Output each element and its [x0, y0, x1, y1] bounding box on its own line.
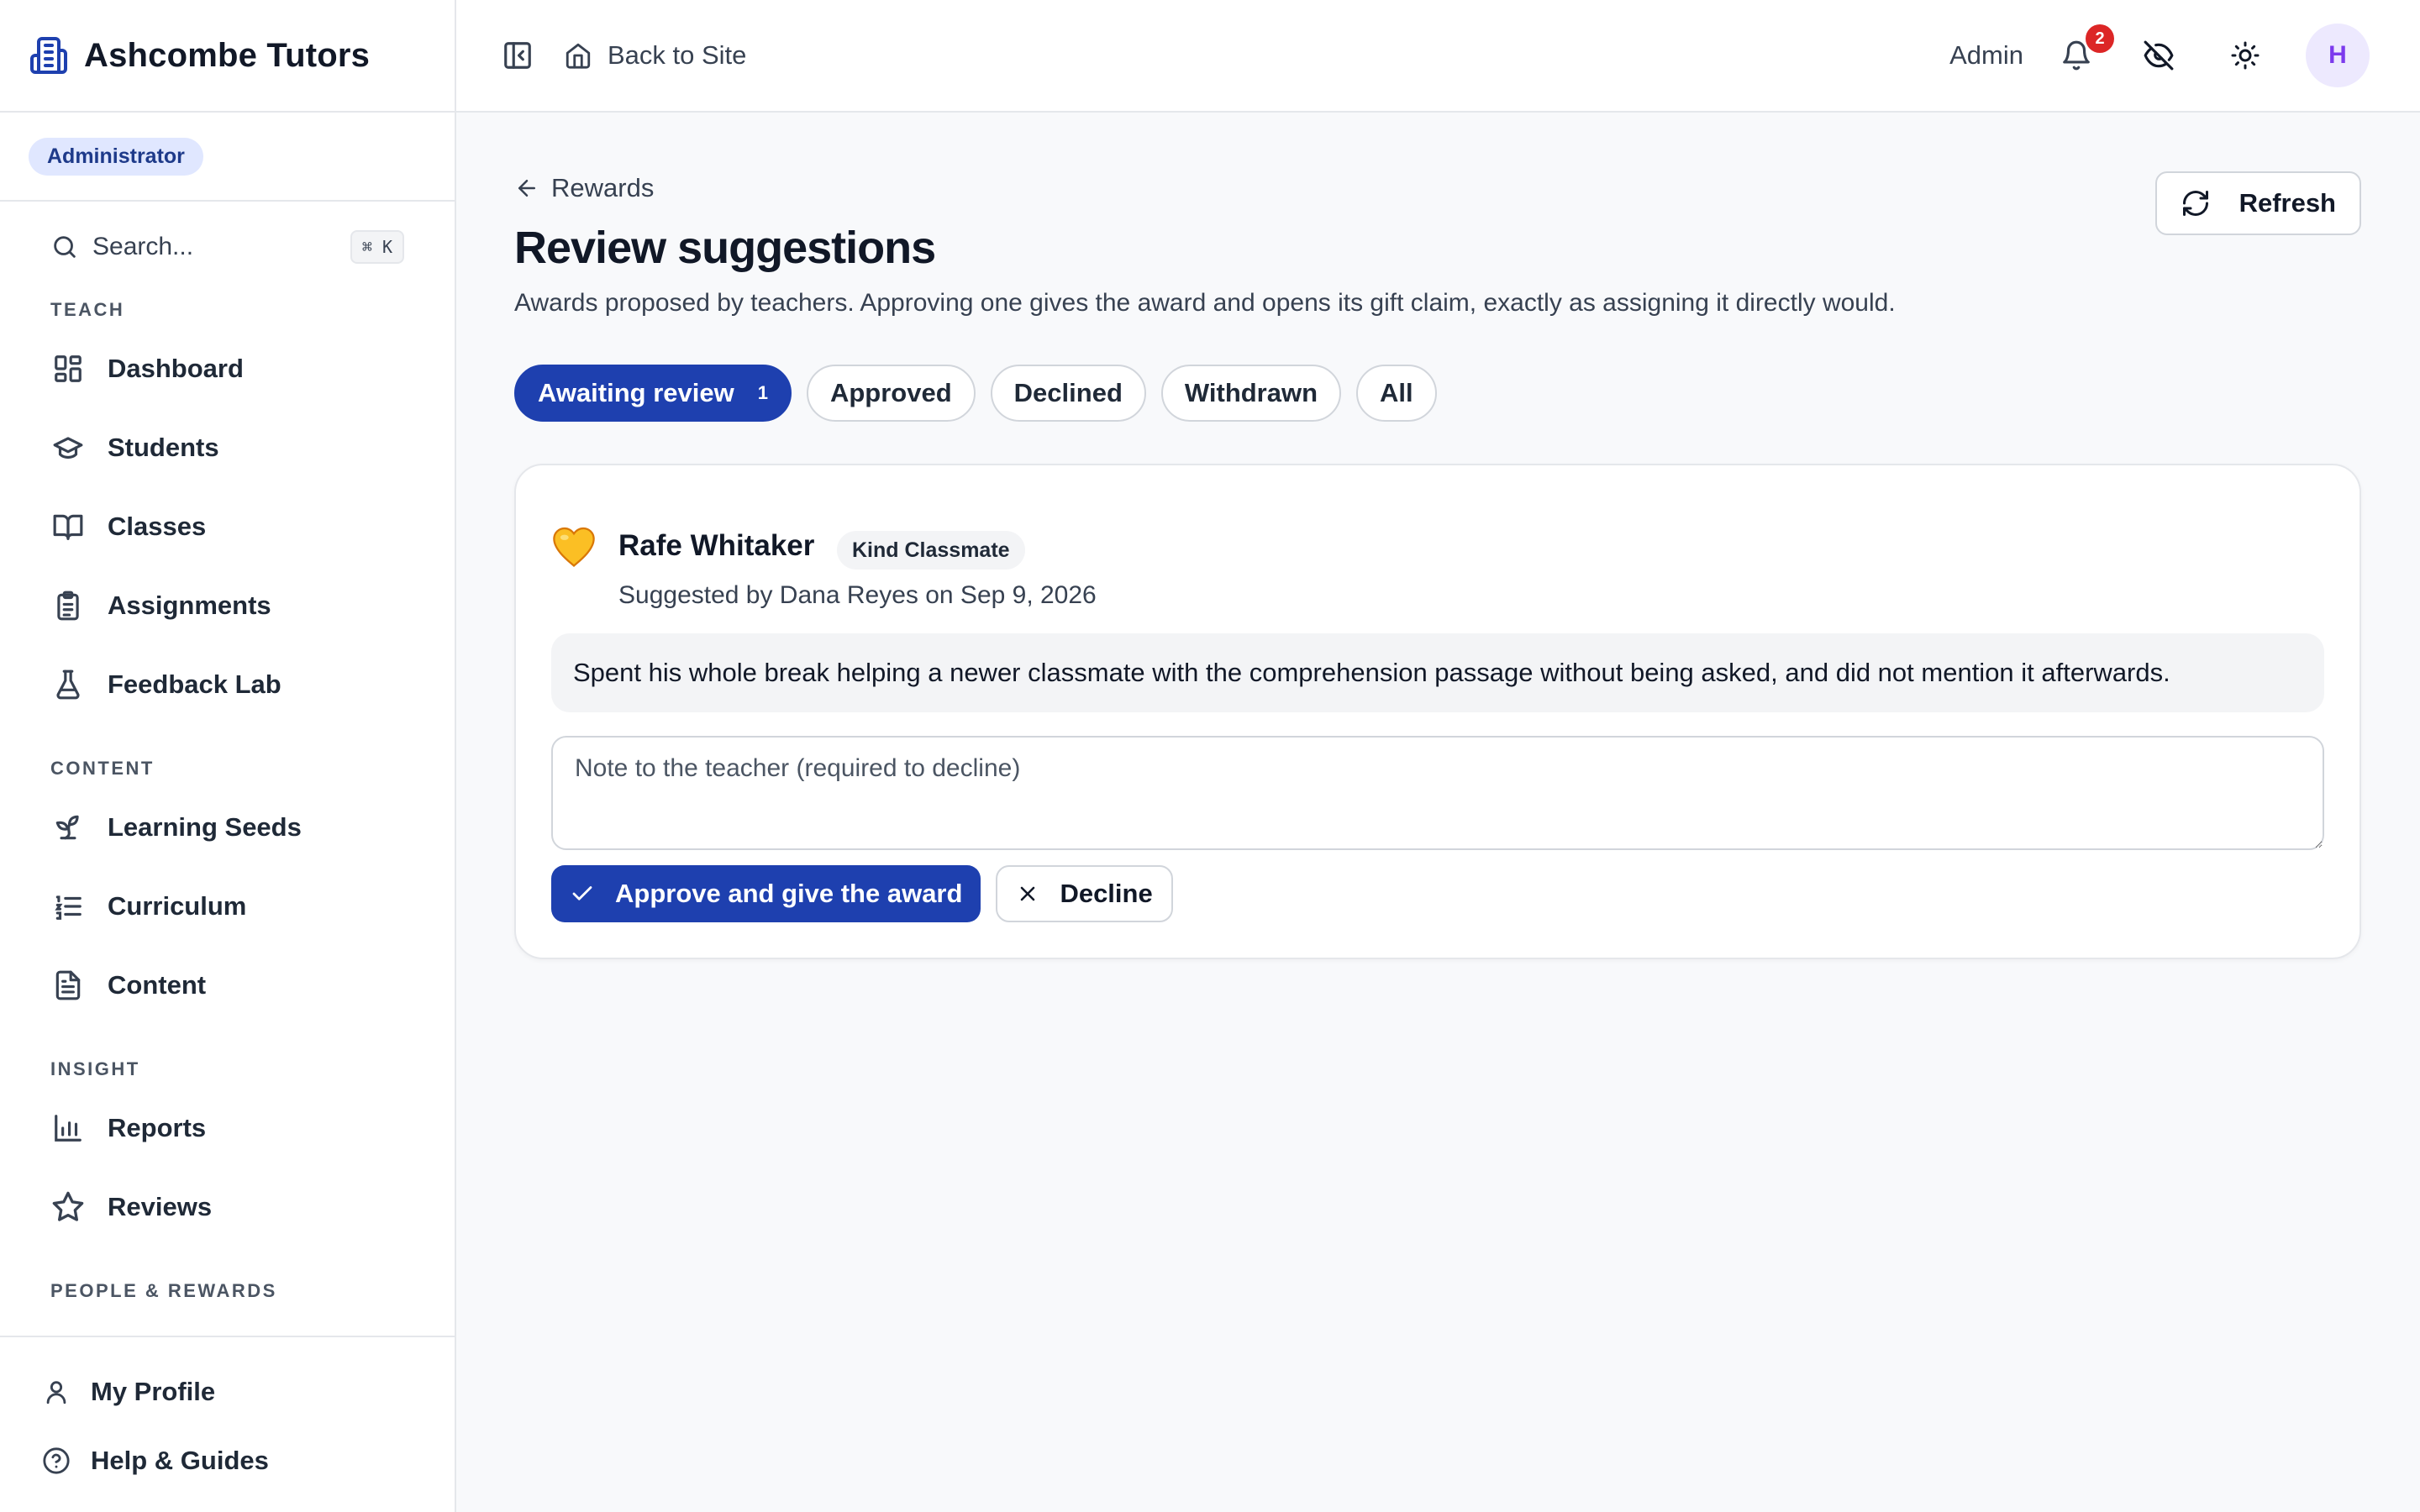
sidebar-item-feedback-lab[interactable]: Feedback Lab — [0, 645, 455, 724]
sidebar-item-label: Help & Guides — [91, 1446, 269, 1475]
nav-section-people-rewards: PEOPLE & REWARDS — [50, 1280, 277, 1301]
sidebar-item-label: Students — [108, 433, 219, 462]
decline-button[interactable]: Decline — [996, 865, 1173, 922]
tab-label: All — [1380, 378, 1413, 407]
suggestion-reason: Spent his whole break helping a newer cl… — [551, 633, 2324, 712]
back-to-site-label: Back to Site — [608, 40, 747, 70]
award-badge: Kind Classmate — [837, 531, 1025, 570]
eye-off-icon — [2143, 39, 2175, 71]
refresh-icon — [2181, 188, 2211, 218]
sidebar: Ashcombe Tutors Administrator Search... … — [0, 0, 456, 1512]
yellow-heart-icon — [551, 526, 597, 568]
sidebar-search[interactable]: Search... ⌘ K — [50, 225, 404, 269]
back-to-site-link[interactable]: Back to Site — [564, 40, 746, 71]
sidebar-item-label: Reports — [108, 1113, 207, 1142]
suggested-by: Suggested by Dana Reyes on Sep 9, 2026 — [618, 581, 1097, 609]
top-bar: Back to Site Admin 2 H — [456, 0, 2420, 113]
brand[interactable]: Ashcombe Tutors — [0, 0, 455, 113]
sidebar-item-reports[interactable]: Reports — [0, 1089, 455, 1168]
dashboard-icon — [50, 353, 86, 385]
sidebar-item-classes[interactable]: Classes — [0, 487, 455, 566]
visibility-toggle[interactable] — [2143, 39, 2175, 71]
sidebar-item-learning-seeds[interactable]: Learning Seeds — [0, 788, 455, 867]
home-icon — [564, 41, 592, 70]
sidebar-item-help-guides[interactable]: Help & Guides — [0, 1426, 455, 1495]
suggestion-card: Rafe Whitaker Kind Classmate Suggested b… — [514, 464, 2361, 959]
tab-declined[interactable]: Declined — [990, 365, 1146, 422]
tab-approved[interactable]: Approved — [806, 365, 976, 422]
graduation-cap-icon — [50, 432, 86, 464]
arrow-left-icon — [514, 176, 539, 201]
close-icon — [1016, 882, 1039, 906]
check-icon — [570, 881, 595, 906]
role-badge: Administrator — [29, 137, 203, 176]
tab-label: Withdrawn — [1184, 378, 1318, 407]
sidebar-item-label: Assignments — [108, 591, 271, 620]
tab-label: Approved — [829, 378, 952, 407]
sidebar-item-label: Dashboard — [108, 354, 244, 383]
clipboard-icon — [50, 589, 86, 622]
sidebar-item-label: Learning Seeds — [108, 812, 302, 842]
sun-icon — [2230, 40, 2260, 71]
refresh-button[interactable]: Refresh — [2154, 171, 2361, 235]
theme-toggle[interactable] — [2230, 40, 2260, 71]
page-title: Review suggestions — [514, 223, 936, 273]
sidebar-item-curriculum[interactable]: Curriculum — [0, 867, 455, 946]
notification-count-badge: 2 — [2086, 24, 2114, 53]
sidebar-footer: My Profile Help & Guides — [0, 1336, 455, 1512]
sidebar-item-my-profile[interactable]: My Profile — [0, 1357, 455, 1426]
nav-section-content: CONTENT — [50, 758, 155, 779]
suggestion-actions: Approve and give the award Decline — [551, 865, 1173, 922]
breadcrumb-rewards[interactable]: Rewards — [514, 173, 654, 203]
nav-section-insight: INSIGHT — [50, 1058, 140, 1079]
tab-label: Awaiting review — [538, 378, 734, 407]
approve-label: Approve and give the award — [615, 879, 963, 908]
search-placeholder: Search... — [92, 233, 194, 260]
refresh-label: Refresh — [2238, 188, 2336, 218]
sidebar-item-label: Feedback Lab — [108, 669, 281, 699]
tab-count-badge: 1 — [757, 382, 768, 403]
teacher-note-field[interactable] — [551, 736, 2324, 850]
tab-awaiting-review[interactable]: Awaiting review 1 — [514, 365, 792, 422]
tab-all[interactable]: All — [1356, 365, 1437, 422]
sidebar-item-assignments[interactable]: Assignments — [0, 566, 455, 645]
sidebar-item-reviews[interactable]: Reviews — [0, 1168, 455, 1247]
page-subtitle: Awards proposed by teachers. Approving o… — [514, 289, 1896, 317]
admin-link[interactable]: Admin — [1949, 40, 2023, 71]
bar-chart-icon — [50, 1112, 86, 1144]
list-ordered-icon — [50, 890, 86, 922]
file-text-icon — [50, 969, 86, 1002]
user-icon — [42, 1378, 71, 1406]
role-row: Administrator — [0, 113, 455, 202]
sidebar-item-students[interactable]: Students — [0, 408, 455, 487]
book-open-icon — [50, 511, 86, 543]
sidebar-item-label: Classes — [108, 512, 207, 541]
star-icon — [50, 1190, 86, 1224]
sidebar-item-label: Curriculum — [108, 891, 247, 921]
search-shortcut: ⌘ K — [350, 230, 404, 264]
nav-section-teach: TEACH — [50, 299, 125, 320]
breadcrumb-label: Rewards — [551, 173, 655, 202]
approve-button[interactable]: Approve and give the award — [551, 865, 981, 922]
sidebar-item-dashboard[interactable]: Dashboard — [0, 329, 455, 408]
student-name: Rafe Whitaker — [618, 529, 815, 562]
decline-label: Decline — [1060, 879, 1153, 908]
sidebar-toggle-icon[interactable] — [502, 39, 534, 71]
sidebar-item-label: Content — [108, 970, 207, 1000]
help-circle-icon — [42, 1446, 71, 1475]
tab-label: Declined — [1013, 378, 1123, 407]
sidebar-item-label: Reviews — [108, 1192, 213, 1221]
sidebar-item-label: My Profile — [91, 1377, 216, 1406]
sidebar-item-content[interactable]: Content — [0, 946, 455, 1025]
flask-icon — [50, 668, 86, 701]
brand-name: Ashcombe Tutors — [84, 36, 371, 74]
sprout-icon — [50, 811, 86, 843]
search-icon — [50, 233, 79, 261]
avatar[interactable]: H — [2306, 24, 2370, 87]
notifications-button[interactable]: 2 — [2060, 24, 2114, 71]
tab-withdrawn[interactable]: Withdrawn — [1160, 365, 1342, 422]
status-tabs: Awaiting review 1 Approved Declined With… — [514, 365, 1437, 422]
building-icon — [29, 35, 69, 76]
